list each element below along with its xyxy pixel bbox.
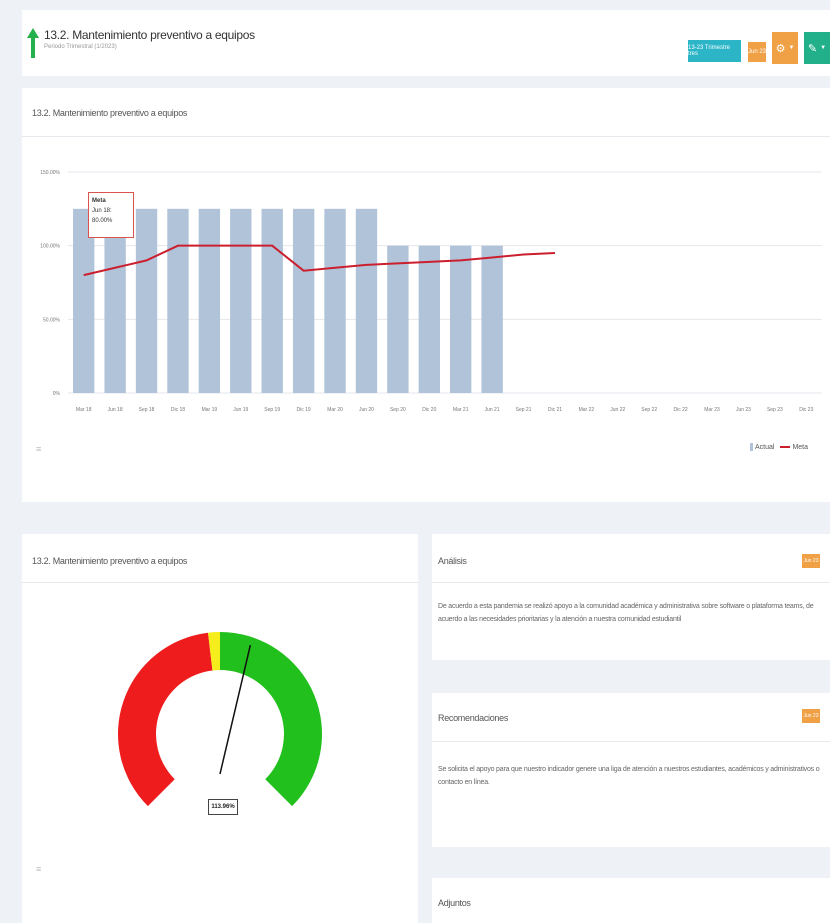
bar-jun-20	[355, 208, 378, 393]
pencil-icon: ✎	[807, 42, 818, 55]
x-tick-label: Jun 22	[610, 407, 625, 413]
gauge-zone-0	[118, 632, 213, 807]
x-tick-label: Jun 21	[485, 407, 500, 413]
period-button[interactable]: 13-23 Trimestre tres	[688, 40, 741, 62]
gear-icon: ⚙	[775, 42, 786, 55]
x-tick-label: Dic 22	[674, 407, 688, 413]
x-tick-label: Mar 18	[76, 407, 92, 413]
bar-mar-20	[324, 208, 346, 393]
x-tick-label: Mar 20	[327, 407, 343, 413]
bar-sep-20	[387, 245, 409, 393]
x-tick-label: Jun 18	[108, 407, 123, 413]
y-tick-label: 100.00%	[40, 244, 60, 250]
chart-card: 13.2. Mantenimiento preventivo a equipos…	[22, 88, 830, 502]
recommendations-text: Se solicita el apoyo para que nuestro in…	[438, 766, 820, 786]
analysis-title: Análisis	[438, 556, 467, 566]
recommendations-panel: Recomendaciones Jun 23 Se solicita el ap…	[432, 693, 830, 847]
analysis-panel: Análisis Jun 23 De acuerdo a esta pandem…	[432, 534, 830, 660]
chart-tooltip: Meta Jun 18: 80.00%	[88, 192, 134, 238]
y-tick-label: 0%	[53, 391, 61, 397]
tooltip-value: Jun 18: 80.00%	[92, 208, 113, 224]
legend-meta[interactable]: Meta	[780, 444, 808, 451]
bar-jun-19	[230, 208, 252, 393]
period-lock-button[interactable]: Jun 23	[748, 42, 766, 62]
recommendations-title: Recomendaciones	[438, 713, 509, 723]
analysis-divider	[432, 582, 830, 583]
x-tick-label: Sep 19	[264, 407, 280, 413]
indicator-subtitle: Periodo Trimestral (1/2023)	[44, 44, 117, 50]
analysis-badge[interactable]: Jun 23	[802, 554, 820, 568]
bar-mar-21	[450, 245, 472, 393]
gauge-value-label: 113.96%	[208, 799, 238, 815]
chart-legend: Actual Meta	[749, 443, 808, 451]
x-tick-label: Jun 23	[736, 407, 751, 413]
x-tick-label: Mar 19	[202, 407, 218, 413]
edit-dropdown-button[interactable]: ✎ ▼	[804, 32, 830, 64]
bar-sep-19	[261, 208, 283, 393]
bar-dic-20	[418, 245, 440, 393]
gauge-zone-2	[220, 632, 322, 807]
y-tick-label: 50.00%	[43, 317, 61, 323]
x-tick-label: Dic 19	[297, 407, 311, 413]
caret-down-icon: ▼	[788, 45, 795, 51]
legend-actual[interactable]: Actual	[749, 443, 775, 451]
bar-sep-18	[135, 208, 158, 393]
indicator-header: 13.2. Mantenimiento preventivo a equipos…	[22, 10, 830, 76]
x-tick-label: Jun 19	[233, 407, 248, 413]
x-tick-label: Sep 23	[767, 407, 783, 413]
recommendations-divider	[432, 741, 830, 742]
y-tick-label: 150.00%	[40, 170, 60, 176]
analysis-text: De acuerdo a esta pandemia se realizó ap…	[438, 603, 814, 623]
tooltip-label: Meta	[92, 198, 106, 204]
bar-jun-21	[481, 245, 503, 393]
settings-dropdown-button[interactable]: ⚙ ▼	[772, 32, 798, 64]
recommendations-badge[interactable]: Jun 23	[802, 709, 820, 723]
gauge-card: 13.2. Mantenimiento preventivo a equipos…	[22, 534, 418, 923]
bar-dic-19	[292, 208, 315, 393]
legend-actual-label: Actual	[754, 443, 775, 451]
indicator-title: 13.2. Mantenimiento preventivo a equipos	[44, 28, 255, 42]
gauge-chart	[118, 632, 322, 807]
x-tick-label: Jun 20	[359, 407, 374, 413]
x-tick-label: Dic 20	[422, 407, 436, 413]
attachments-title: Adjuntos	[438, 898, 471, 908]
gauge-menu-icon[interactable]: ≡	[36, 864, 41, 874]
caret-down-icon: ▼	[820, 45, 827, 51]
x-tick-label: Dic 18	[171, 407, 185, 413]
chart-menu-icon[interactable]: ≡	[36, 444, 41, 454]
x-tick-label: Mar 21	[453, 407, 469, 413]
x-tick-label: Sep 22	[641, 407, 657, 413]
x-tick-label: Mar 22	[579, 407, 595, 413]
x-tick-label: Mar 23	[704, 407, 720, 413]
x-tick-label: Sep 21	[516, 407, 532, 413]
x-tick-label: Sep 20	[390, 407, 406, 413]
x-tick-label: Dic 21	[548, 407, 562, 413]
x-tick-label: Dic 23	[799, 407, 813, 413]
attachments-panel: Adjuntos	[432, 878, 830, 923]
x-tick-label: Sep 18	[139, 407, 155, 413]
legend-meta-label: Meta	[792, 443, 808, 451]
bar-line-chart: 150.00% 100.00% 50.00% 0% Mar 18 Jun 18 Sep 18…	[40, 170, 822, 413]
trend-up-icon	[27, 28, 39, 58]
bar-mar-19	[198, 208, 221, 393]
bar-dic-18	[167, 208, 189, 393]
